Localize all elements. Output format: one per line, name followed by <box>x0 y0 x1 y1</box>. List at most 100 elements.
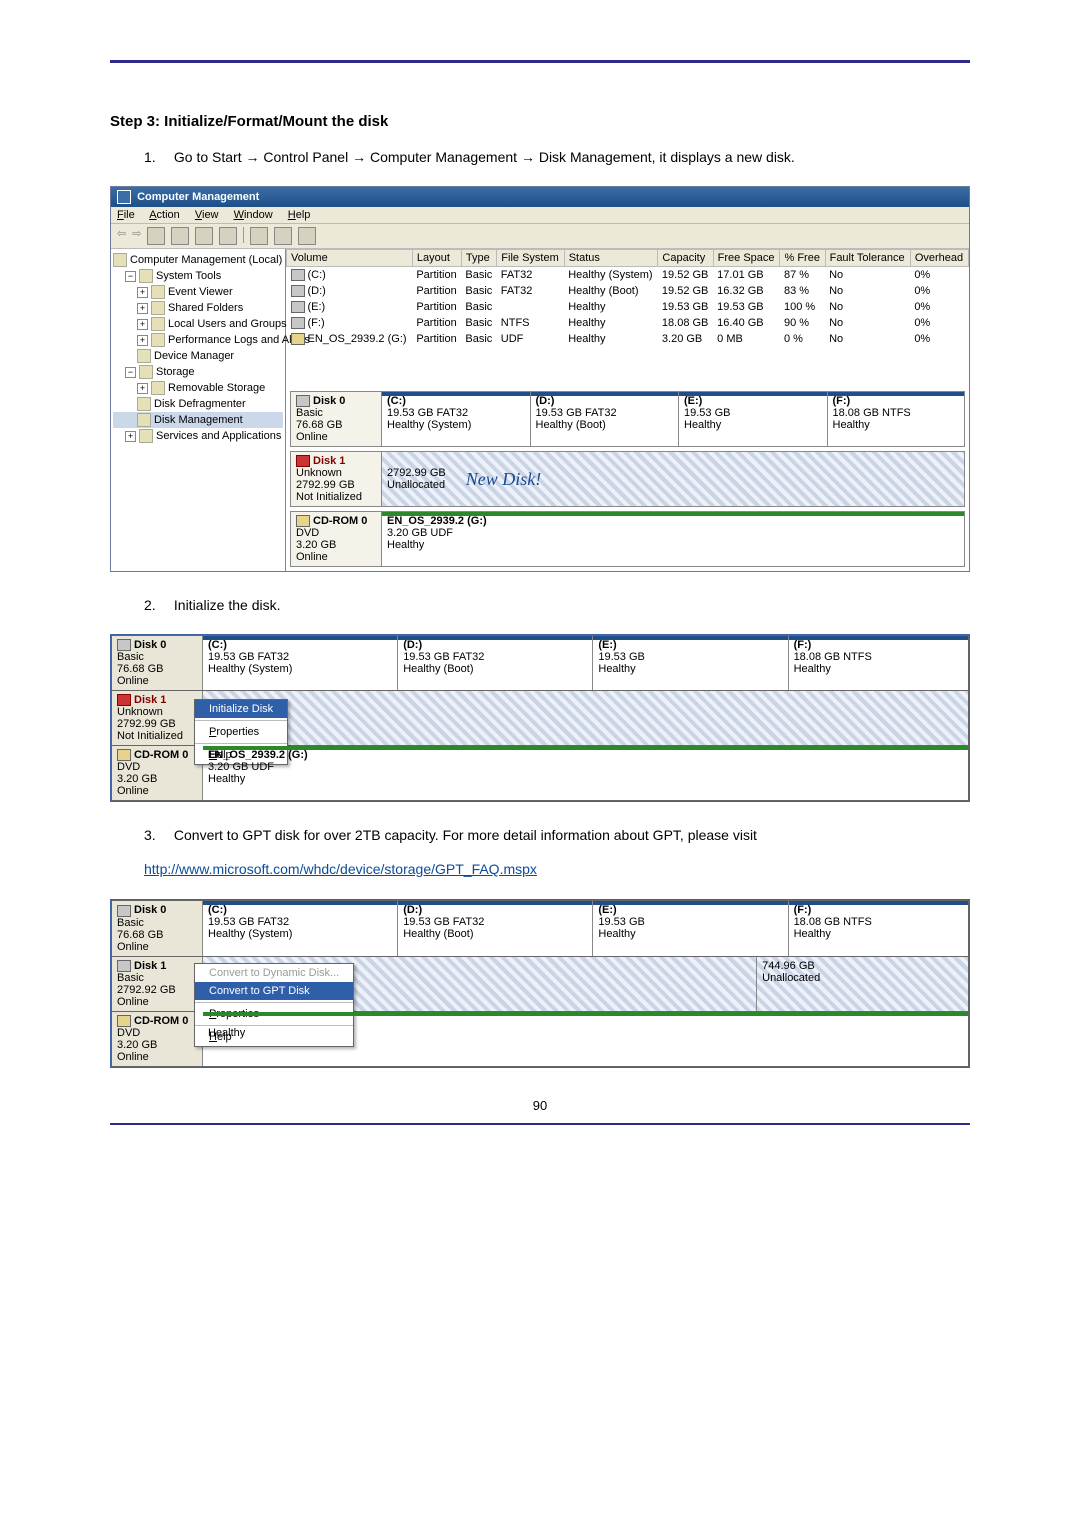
tree-diskmgmt[interactable]: Disk Management <box>113 412 283 428</box>
partition-c[interactable]: (C:)19.53 GB FAT32Healthy (System) <box>203 901 398 955</box>
disk-row[interactable]: Disk 1 Unknown 2792.99 GB Not Initialize… <box>290 451 965 507</box>
table-row[interactable]: (F:)PartitionBasicNTFSHealthy18.08 GB16.… <box>287 315 969 331</box>
disk-row[interactable]: Disk 0 Basic76.68 GBOnline (C:)19.53 GB … <box>111 635 969 691</box>
menu-properties[interactable]: Properties <box>195 723 287 741</box>
drive-icon <box>291 317 305 329</box>
tree-defrag[interactable]: Disk Defragmenter <box>113 396 283 412</box>
disk-row[interactable]: CD-ROM 0 DVD3.20 GBOnline EN_OS_2939.2 (… <box>111 746 969 801</box>
table-row[interactable]: (C:)PartitionBasicFAT32Healthy (System)1… <box>287 266 969 283</box>
disk-row[interactable]: Disk 1 Basic2792.92 GBOnline 744.96 GB U… <box>111 957 969 1012</box>
drive-icon <box>291 269 305 281</box>
col-volume[interactable]: Volume <box>287 249 413 266</box>
expand-icon[interactable]: + <box>137 319 148 330</box>
collapse-icon[interactable]: − <box>125 367 136 378</box>
disk-icon <box>296 395 310 407</box>
partition-unallocated[interactable]: 2792.99 GB Unallocated New Disk! <box>382 452 964 506</box>
toolbar-icon[interactable] <box>274 227 292 245</box>
partition-f[interactable]: (F:)18.08 GB NTFSHealthy <box>789 901 968 955</box>
menu-help[interactable]: Help <box>288 209 311 221</box>
instr-text: Convert to GPT disk for over 2TB capacit… <box>174 827 757 843</box>
toolbar-icon[interactable] <box>195 227 213 245</box>
app-icon <box>117 190 131 204</box>
partition-cd[interactable]: EN_OS_2939.2 (G:)3.20 GB UDFHealthy <box>382 512 964 566</box>
toolbar-icon[interactable] <box>298 227 316 245</box>
tree-root[interactable]: Computer Management (Local) <box>113 252 283 268</box>
col-fs[interactable]: File System <box>497 249 564 266</box>
table-row[interactable]: (D:)PartitionBasicFAT32Healthy (Boot)19.… <box>287 283 969 299</box>
table-row[interactable]: EN_OS_2939.2 (G:)PartitionBasicUDFHealth… <box>287 331 969 347</box>
title-text: Computer Management <box>137 191 259 203</box>
menu-bar: FFileile Action View Window Help <box>111 207 969 224</box>
tree-services[interactable]: +Services and Applications <box>113 428 283 444</box>
disk-header: Disk 0 Basic76.68 GBOnline <box>112 901 203 955</box>
partition-f[interactable]: (F:)18.08 GB NTFSHealthy <box>789 636 968 690</box>
col-fault[interactable]: Fault Tolerance <box>825 249 910 266</box>
tree-local[interactable]: +Local Users and Groups <box>113 316 283 332</box>
partition-unallocated[interactable]: 744.96 GB Unallocated <box>757 957 968 1011</box>
disk-row[interactable]: Disk 0 Basic76.68 GBOnline (C:)19.53 GB … <box>111 900 969 956</box>
disk-row[interactable]: Disk 1 Unknown2792.99 GBNot Initialized … <box>111 691 969 746</box>
col-free[interactable]: Free Space <box>713 249 780 266</box>
menu-window[interactable]: Window <box>234 209 273 221</box>
partition-cd[interactable]: Healthy <box>203 1012 968 1066</box>
forward-icon[interactable]: ⇨ <box>132 227 141 245</box>
expand-icon[interactable]: + <box>137 335 148 346</box>
drive-icon <box>291 285 305 297</box>
tree-storage[interactable]: −Storage <box>113 364 283 380</box>
partition-cd[interactable]: EN_OS_2939.2 (G:)3.20 GB UDFHealthy <box>203 746 968 800</box>
toolbar-icon[interactable] <box>219 227 237 245</box>
disk-icon <box>117 639 131 651</box>
toolbar-icon[interactable] <box>147 227 165 245</box>
expand-icon[interactable]: + <box>125 431 136 442</box>
tree-systools[interactable]: −System Tools <box>113 268 283 284</box>
col-pct[interactable]: % Free <box>780 249 825 266</box>
disk-row[interactable]: Disk 0 Basic 76.68 GB Online (C:)19.53 G… <box>290 391 965 447</box>
tree-shared[interactable]: +Shared Folders <box>113 300 283 316</box>
expand-icon[interactable]: + <box>137 303 148 314</box>
partition-d[interactable]: (D:)19.53 GB FAT32Healthy (Boot) <box>398 636 593 690</box>
partition-c[interactable]: (C:)19.53 GB FAT32Healthy (System) <box>382 392 531 446</box>
menu-convert-gpt[interactable]: Convert to GPT Disk <box>195 982 353 1000</box>
menu-file[interactable]: FFileile <box>117 209 135 221</box>
disk-row[interactable]: CD-ROM 0 DVD 3.20 GB Online EN_OS_2939.2… <box>290 511 965 567</box>
col-capacity[interactable]: Capacity <box>658 249 713 266</box>
disk-icon <box>117 905 131 917</box>
disk-row[interactable]: CD-ROM 0 DVD3.20 GBOnline Healthy <box>111 1012 969 1067</box>
gpt-faq-link[interactable]: http://www.microsoft.com/whdc/device/sto… <box>144 861 537 877</box>
partition-e[interactable]: (E:)19.53 GBHealthy <box>593 901 788 955</box>
disk-map: Disk 0 Basic 76.68 GB Online (C:)19.53 G… <box>286 387 969 571</box>
col-layout[interactable]: Layout <box>412 249 461 266</box>
perf-icon <box>151 333 165 347</box>
partition-d[interactable]: (D:)19.53 GB FAT32Healthy (Boot) <box>531 392 680 446</box>
partition-f[interactable]: (F:)18.08 GB NTFSHealthy <box>828 392 965 446</box>
menu-view[interactable]: View <box>195 209 219 221</box>
computer-icon <box>113 253 127 267</box>
tools-icon <box>139 269 153 283</box>
col-type[interactable]: Type <box>461 249 496 266</box>
expand-icon[interactable]: + <box>137 383 148 394</box>
volume-list: Volume Layout Type File System Status Ca… <box>286 249 969 347</box>
expand-icon[interactable]: + <box>137 287 148 298</box>
disk-icon <box>117 960 131 972</box>
tree-perf[interactable]: +Performance Logs and Alerts <box>113 332 283 348</box>
drive-icon <box>291 301 305 313</box>
back-icon[interactable]: ⇦ <box>117 227 126 245</box>
tree-devmgr[interactable]: Device Manager <box>113 348 283 364</box>
partition-e[interactable]: (E:)19.53 GBHealthy <box>593 636 788 690</box>
partition-e[interactable]: (E:)19.53 GBHealthy <box>679 392 828 446</box>
partition-unallocated[interactable] <box>203 691 968 745</box>
toolbar-icon[interactable] <box>171 227 189 245</box>
toolbar-icon[interactable] <box>250 227 268 245</box>
collapse-icon[interactable]: − <box>125 271 136 282</box>
menu-convert-dynamic: Convert to Dynamic Disk... <box>195 964 353 982</box>
col-status[interactable]: Status <box>564 249 658 266</box>
menu-initialize-disk[interactable]: Initialize Disk <box>195 700 287 718</box>
partition-c[interactable]: (C:)19.53 GB FAT32Healthy (System) <box>203 636 398 690</box>
disk-header: Disk 0 Basic76.68 GBOnline <box>112 636 203 690</box>
partition-d[interactable]: (D:)19.53 GB FAT32Healthy (Boot) <box>398 901 593 955</box>
col-overhead[interactable]: Overhead <box>910 249 968 266</box>
menu-action[interactable]: Action <box>149 209 180 221</box>
table-row[interactable]: (E:)PartitionBasicHealthy19.53 GB19.53 G… <box>287 299 969 315</box>
tree-removable[interactable]: +Removable Storage <box>113 380 283 396</box>
tree-event[interactable]: +Event Viewer <box>113 284 283 300</box>
